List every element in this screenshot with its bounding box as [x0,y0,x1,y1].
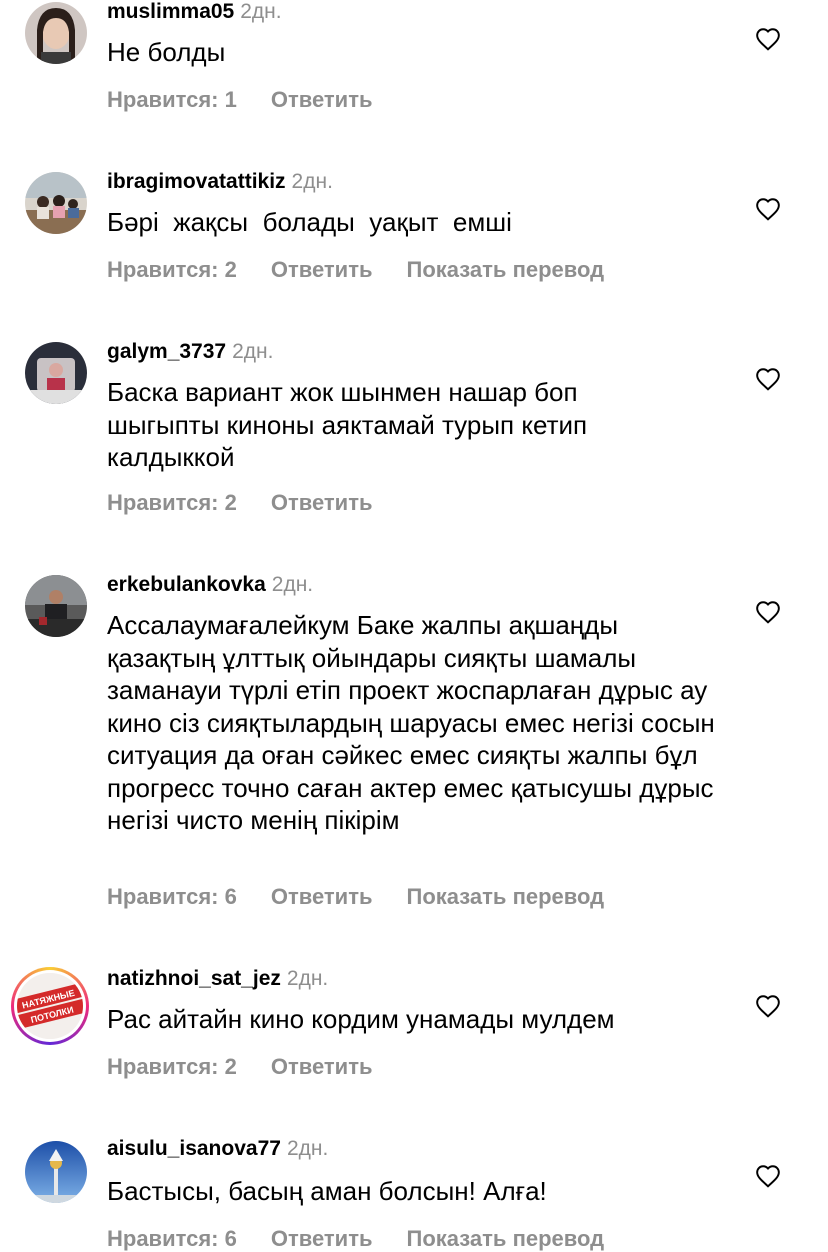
comment-actions: Нравится: 2 Ответить [107,1054,373,1080]
show-translation-button[interactable]: Показать перевод [407,1226,605,1252]
likes-count[interactable]: Нравится: 2 [107,490,237,516]
reply-button[interactable]: Ответить [271,257,373,283]
comment-header: muslimma05 2дн. [107,0,282,24]
likes-count[interactable]: Нравится: 1 [107,87,237,113]
comment-actions: Нравится: 2 Ответить Показать перевод [107,257,604,283]
comment-text: Баска вариант жок шынмен нашар боп шыгып… [107,377,588,472]
comment-header: erkebulankovka 2дн. [107,573,313,597]
heart-outline-icon[interactable] [755,1164,781,1188]
comment-time: 2дн. [232,340,274,363]
comment-username[interactable]: natizhnoi_sat_jez [107,967,281,990]
avatar-story-ring[interactable]: НАТЯЖНЫЕ ПОТОЛКИ [11,967,89,1045]
heart-outline-icon[interactable] [755,994,781,1018]
avatar[interactable] [25,172,87,234]
comment-actions: Нравится: 2 Ответить [107,490,373,516]
comment-header: natizhnoi_sat_jez 2дн. [107,967,328,991]
reply-button[interactable]: Ответить [271,1226,373,1252]
comment-time: 2дн. [240,0,282,23]
comment-username[interactable]: muslimma05 [107,0,234,23]
heart-outline-icon[interactable] [755,27,781,51]
likes-count[interactable]: Нравится: 6 [107,1226,237,1252]
ceiling-logo-icon: НАТЯЖНЫЕ ПОТОЛКИ [17,973,83,1039]
show-translation-button[interactable]: Показать перевод [407,884,605,910]
avatar[interactable] [25,575,87,637]
comment-header: ibragimovatattikiz 2дн. [107,170,333,194]
reply-button[interactable]: Ответить [271,87,373,113]
comment-username[interactable]: aisulu_isanova77 [107,1137,281,1160]
show-translation-button[interactable]: Показать перевод [407,257,605,283]
avatar[interactable] [25,2,87,64]
comment-time: 2дн. [271,573,314,596]
comment-header: aisulu_isanova77 2дн. [107,1137,328,1161]
likes-count[interactable]: Нравится: 2 [107,257,237,283]
comment-username[interactable]: galym_3737 [107,340,226,363]
likes-count[interactable]: Нравится: 2 [107,1054,237,1080]
comment-time: 2дн. [291,170,333,193]
avatar[interactable] [25,342,87,404]
comment-text: Ассалаумағалейкум Баке жалпы ақшаңды қаз… [107,610,715,835]
comment-text: Бәрі жақсы болады уақыт емші [107,207,512,237]
comment-text: Не болды [107,37,226,67]
comment-username[interactable]: ibragimovatattikiz [107,170,286,193]
comment-actions: Нравится: 6 Ответить Показать перевод [107,1226,604,1252]
reply-button[interactable]: Ответить [271,1054,373,1080]
comment-actions: Нравится: 6 Ответить Показать перевод [107,884,604,910]
comment-actions: Нравится: 1 Ответить [107,87,373,113]
likes-count[interactable]: Нравится: 6 [107,884,237,910]
heart-outline-icon[interactable] [755,600,781,624]
comment-text: Бастысы, басың аман болсын! Алға! [107,1176,547,1206]
comment-username[interactable]: erkebulankovka [107,573,266,596]
heart-outline-icon[interactable] [755,197,781,221]
reply-button[interactable]: Ответить [271,490,373,516]
comment-time: 2дн. [286,967,329,990]
heart-outline-icon[interactable] [755,367,781,391]
comment-header: galym_3737 2дн. [107,340,273,364]
reply-button[interactable]: Ответить [271,884,373,910]
avatar[interactable] [25,1141,87,1203]
comment-text: Рас айтайн кино кордим унамады мулдем [107,1004,615,1034]
comment-time: 2дн. [286,1137,329,1160]
